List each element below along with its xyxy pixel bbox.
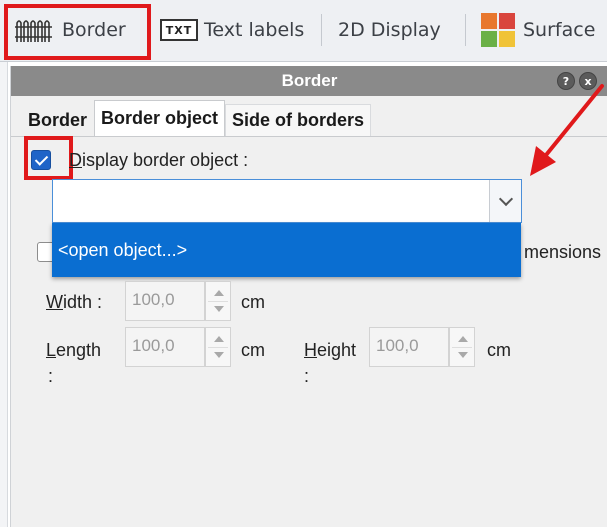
width-input[interactable]: 100,0 — [125, 281, 205, 321]
tab-side-of-borders[interactable]: Side of borders — [225, 104, 372, 136]
width-spinner[interactable] — [205, 281, 231, 321]
text-labels-button[interactable]: TXT Text labels — [160, 10, 304, 50]
display-border-object-label: Display border object : — [69, 150, 249, 170]
height-input[interactable]: 100,0 — [369, 327, 449, 367]
length-unit: cm — [241, 340, 265, 360]
height-unit: cm — [487, 340, 511, 360]
checkbox-highlight — [24, 136, 73, 180]
annotation-arrow-icon — [530, 84, 604, 176]
chevron-down-icon — [498, 191, 513, 207]
width-unit: cm — [241, 292, 265, 312]
border-object-combobox[interactable] — [52, 179, 522, 223]
tab-border-object[interactable]: Border object — [94, 100, 226, 136]
height-label-text: eight — [317, 340, 357, 360]
ribbon-toolbar: Border TXT Text labels 2D Display Surfac… — [0, 0, 607, 62]
toolbar-separator — [465, 14, 466, 46]
2d-display-label: 2D Display — [338, 19, 441, 41]
surface-grid-icon — [481, 13, 515, 47]
width-label: Width : — [46, 292, 103, 312]
text-labels-label: Text labels — [204, 19, 305, 41]
length-label-text: ength — [56, 340, 102, 360]
open-object-option-label: <open object...> — [58, 239, 188, 260]
dimensions-label: mensions — [524, 242, 602, 262]
panel-tabs: Border Border object Side of borders — [21, 100, 372, 136]
width-label-text: idth : — [63, 292, 103, 312]
2d-display-button[interactable]: 2D Display — [338, 10, 441, 50]
combo-dropdown-button[interactable] — [489, 180, 521, 222]
length-colon: : — [48, 366, 54, 386]
length-label: Length — [46, 340, 102, 360]
height-spinner[interactable] — [449, 327, 475, 367]
left-ruler-strip — [0, 62, 8, 527]
tab-side-of-borders-label: Side of borders — [232, 110, 365, 130]
tab-border-label: Border — [28, 109, 88, 130]
length-input[interactable]: 100,0 — [125, 327, 205, 367]
surface-label: Surface — [523, 19, 596, 41]
panel-title-bar: Border ? x — [11, 66, 607, 96]
object-dropdown-option[interactable]: <open object...> — [52, 223, 521, 277]
toolbar-separator — [321, 14, 322, 46]
surface-button[interactable]: Surface — [481, 10, 595, 50]
tab-border-object-label: Border object — [101, 108, 219, 128]
txt-icon: TXT — [160, 19, 198, 41]
height-colon: : — [304, 366, 310, 386]
panel-title: Border — [281, 71, 338, 90]
border-tool-highlight — [4, 4, 151, 60]
tab-border[interactable]: Border — [21, 104, 94, 136]
border-panel: Border ? x Border Border object Side of … — [10, 66, 607, 527]
height-label: Height — [304, 340, 357, 360]
length-spinner[interactable] — [205, 327, 231, 367]
